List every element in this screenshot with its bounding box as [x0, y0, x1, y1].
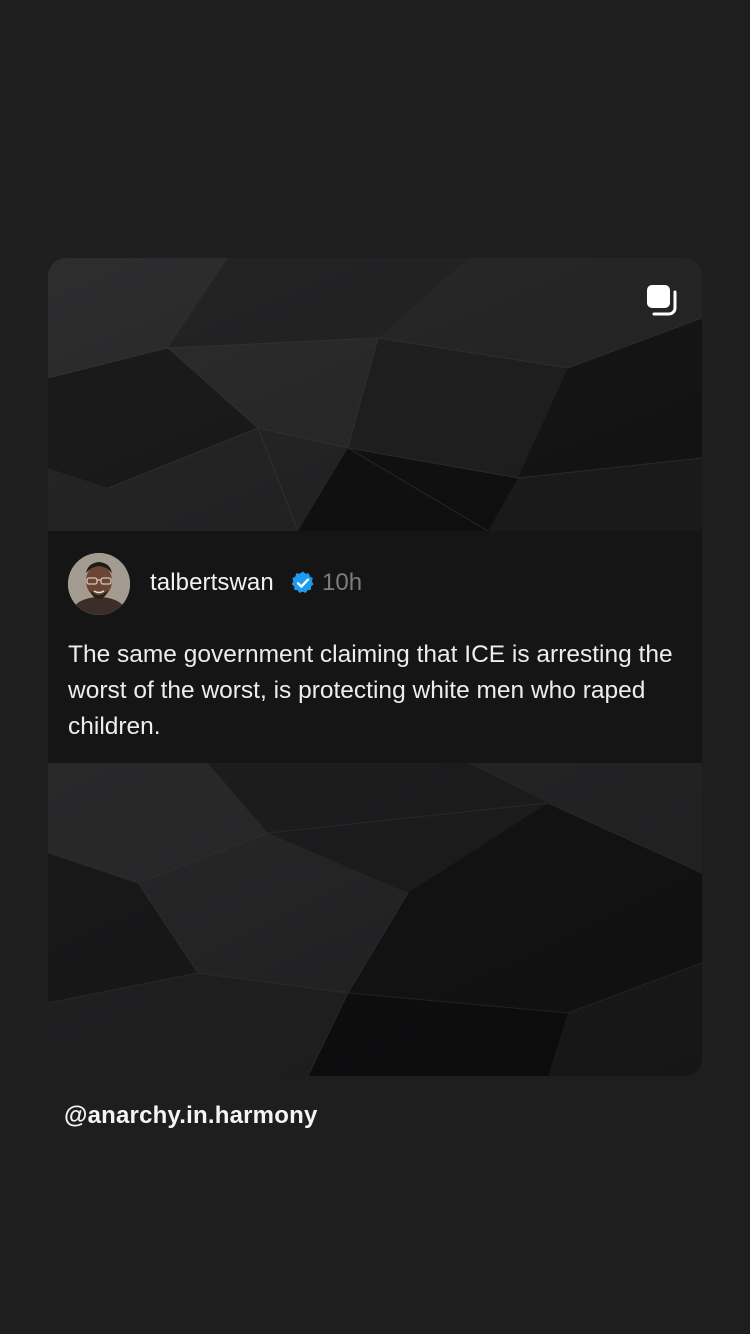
- post-text: The same government claiming that ICE is…: [68, 641, 673, 740]
- story-canvas: talbertswan 10h The same government clai…: [0, 0, 750, 1334]
- post-username[interactable]: talbertswan: [150, 569, 274, 597]
- verified-badge-icon: [291, 571, 314, 593]
- crumpled-paper-background-top: [48, 258, 702, 531]
- mention-sticker[interactable]: @anarchy.in.harmony: [64, 1102, 318, 1130]
- crumpled-paper-background-bottom: [48, 763, 702, 1076]
- profile-avatar[interactable]: [68, 553, 130, 615]
- post-card[interactable]: talbertswan 10h The same government clai…: [48, 258, 702, 1076]
- post-timestamp: 10h: [322, 569, 363, 596]
- carousel-icon: [647, 285, 677, 316]
- post-content-panel[interactable]: talbertswan 10h The same government clai…: [48, 531, 702, 763]
